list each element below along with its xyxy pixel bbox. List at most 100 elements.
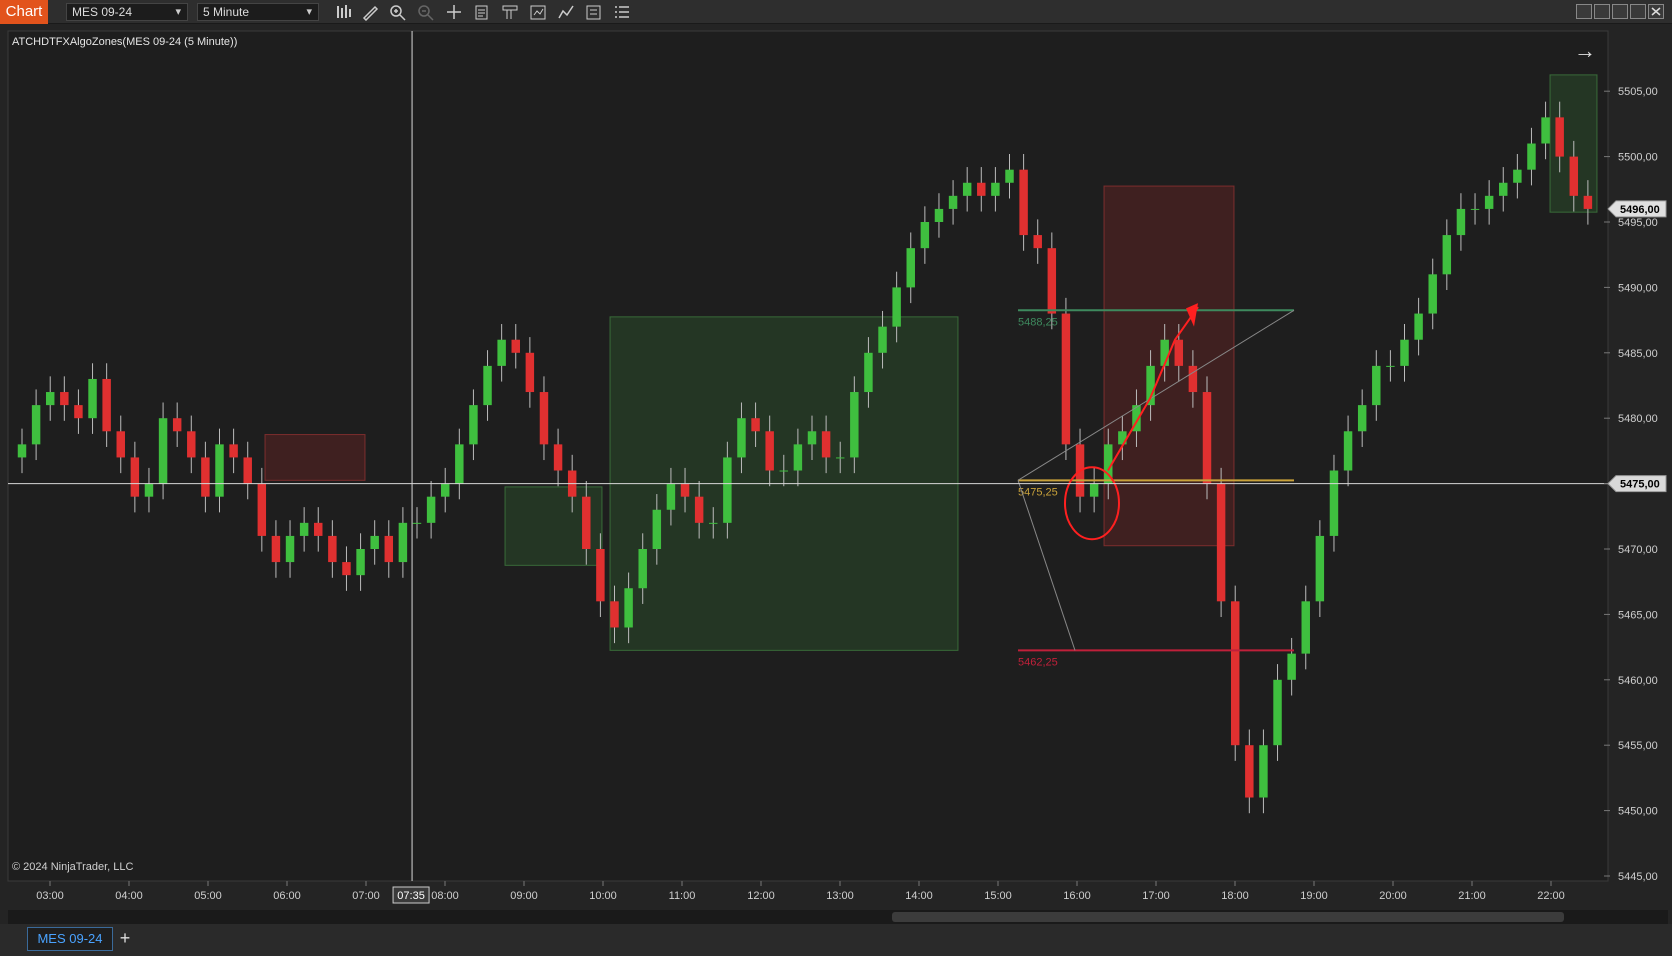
bullish-candle xyxy=(723,457,732,523)
x-tick-label: 18:00 xyxy=(1221,890,1249,902)
tab-bar: MES 09-24 + xyxy=(0,924,1672,956)
add-tab-button[interactable]: + xyxy=(113,927,137,951)
x-tick-label: 03:00 xyxy=(36,890,64,902)
bearish-candle xyxy=(130,457,140,497)
crosshair-time-label: 07:35 xyxy=(397,890,425,902)
bullish-candle xyxy=(991,182,1000,196)
bullish-candle xyxy=(638,549,647,589)
bearish-candle xyxy=(1188,365,1198,393)
bearish-candle xyxy=(201,457,210,497)
bullish-candle xyxy=(356,549,365,576)
bullish-candle xyxy=(285,535,295,563)
bullish-candle xyxy=(31,405,41,445)
bearish-candle xyxy=(1245,745,1254,798)
bullish-candle xyxy=(144,483,154,497)
time-axis[interactable]: 03:00 04:00 05:00 06:00 07:00 08:00 09:00 10:00… xyxy=(36,881,1565,904)
bearish-candle xyxy=(694,496,704,523)
bullish-candle xyxy=(948,195,958,209)
bullish-candle xyxy=(370,535,379,549)
bullish-candle xyxy=(1301,601,1310,654)
bullish-candle xyxy=(1470,208,1480,210)
bearish-candle xyxy=(1569,156,1579,196)
x-tick-label: 08:00 xyxy=(431,890,459,902)
bullish-candle xyxy=(934,208,944,222)
bearish-candle xyxy=(1202,392,1212,484)
bullish-candle xyxy=(1484,195,1494,209)
bullish-candle xyxy=(455,444,464,484)
y-tick-label: 5460,00 xyxy=(1618,675,1658,687)
bearish-candle xyxy=(596,549,605,602)
bullish-candle xyxy=(1005,169,1014,183)
fib-level-label: 5462,25 xyxy=(1018,656,1058,668)
supply-zone xyxy=(264,434,366,481)
tab-mes-09-24[interactable]: MES 09-24 xyxy=(27,927,113,951)
bearish-candle xyxy=(553,444,563,471)
bearish-candle xyxy=(751,418,760,432)
bullish-candle xyxy=(412,522,422,524)
bearish-candle xyxy=(821,431,831,458)
horizontal-scrollbar[interactable] xyxy=(8,910,1668,924)
x-tick-label: 17:00 xyxy=(1142,890,1170,902)
crosshair-price-badge-label: 5475,00 xyxy=(1620,479,1660,491)
bearish-candle xyxy=(525,352,535,393)
scroll-to-latest-arrow-icon[interactable]: → xyxy=(1574,38,1596,64)
bullish-candle xyxy=(793,444,803,471)
bearish-candle xyxy=(610,601,619,628)
bullish-candle xyxy=(497,339,506,366)
bullish-candle xyxy=(398,522,408,563)
bullish-candle xyxy=(469,405,478,445)
bearish-candle xyxy=(1019,169,1028,236)
bearish-candle xyxy=(328,535,337,563)
x-tick-label: 22:00 xyxy=(1537,890,1565,902)
fib-level-label: 5488,25 xyxy=(1018,316,1058,328)
x-tick-label: 07:00 xyxy=(352,890,380,902)
bearish-candle xyxy=(582,496,591,549)
bullish-candle xyxy=(17,444,27,458)
y-tick-label: 5465,00 xyxy=(1618,609,1658,621)
bullish-candle xyxy=(1259,745,1268,798)
bullish-candle xyxy=(779,470,789,472)
x-tick-label: 10:00 xyxy=(589,890,617,902)
bearish-candle xyxy=(511,339,520,353)
bullish-candle xyxy=(1499,182,1508,196)
x-tick-label: 20:00 xyxy=(1379,890,1407,902)
bearish-candle xyxy=(229,444,238,458)
bullish-candle xyxy=(1527,143,1536,170)
supply-zone xyxy=(1103,185,1235,547)
bullish-candle xyxy=(1329,470,1339,536)
bullish-candle xyxy=(299,522,309,536)
y-tick-label: 5505,00 xyxy=(1618,86,1658,98)
bearish-candle xyxy=(271,535,281,563)
bullish-candle xyxy=(1428,274,1437,314)
bullish-candle xyxy=(962,182,972,196)
bearish-candle xyxy=(765,431,774,471)
fib-level-label: 5475,25 xyxy=(1018,486,1058,498)
bullish-candle xyxy=(1273,679,1282,746)
bullish-candle xyxy=(920,222,930,249)
bullish-candle xyxy=(652,509,662,549)
last-price-badge-label: 5496,00 xyxy=(1620,204,1660,216)
price-axis[interactable]: 5505,00 5500,00 5495,00 5490,00 5485,00 5480,… xyxy=(1604,86,1667,883)
scroll-thumb[interactable] xyxy=(892,912,1564,922)
bullish-candle xyxy=(1541,117,1550,144)
x-tick-label: 16:00 xyxy=(1063,890,1091,902)
bullish-candle xyxy=(1414,313,1423,340)
bullish-candle xyxy=(1357,405,1367,432)
x-tick-label: 21:00 xyxy=(1458,890,1486,902)
bearish-candle xyxy=(1174,339,1184,366)
bearish-candle xyxy=(342,562,351,576)
bearish-candle xyxy=(1216,483,1226,602)
bullish-candle xyxy=(45,392,55,406)
y-tick-label: 5445,00 xyxy=(1618,871,1658,883)
x-tick-label: 05:00 xyxy=(194,890,222,902)
bearish-candle xyxy=(314,522,323,536)
price-chart[interactable]: 5488,25 5475,25 5462,25 5505,00 5500,00 5495… xyxy=(0,0,1672,910)
x-tick-label: 09:00 xyxy=(510,890,538,902)
bearish-candle xyxy=(1230,601,1240,746)
y-tick-label: 5500,00 xyxy=(1618,152,1658,164)
bearish-candle xyxy=(539,392,549,445)
bullish-candle xyxy=(88,378,97,419)
x-tick-label: 11:00 xyxy=(669,890,696,902)
bullish-candle xyxy=(807,431,817,445)
bullish-candle xyxy=(1400,339,1409,366)
